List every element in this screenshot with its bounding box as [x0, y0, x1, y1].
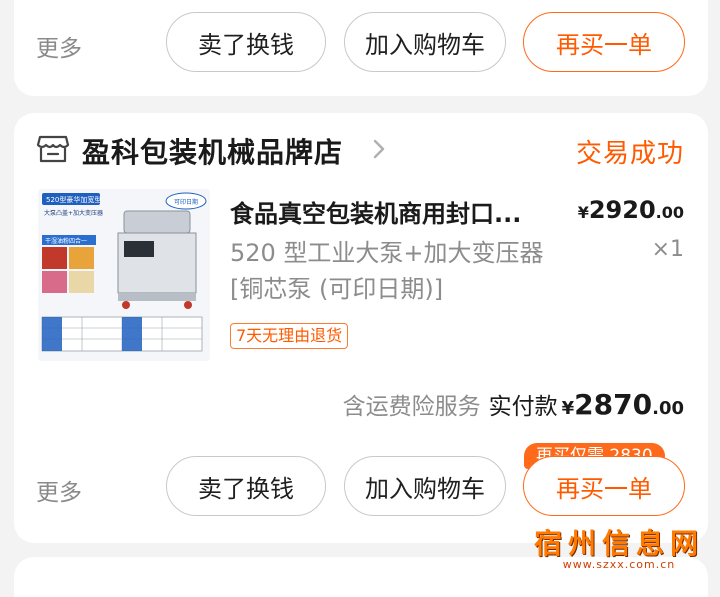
image-badge-text: 520型豪华加宽型 [46, 195, 101, 204]
previous-order-card: 更多 卖了换钱 加入购物车 再买一单 [14, 0, 708, 96]
order-status: 交易成功 [575, 139, 684, 169]
unit-price: ¥2920.00 [578, 196, 684, 224]
sell-button[interactable]: 卖了换钱 [166, 456, 326, 516]
image-subtitle-text: 大泵凸盖+加大变压器 [44, 209, 103, 217]
product-image[interactable]: 520型豪华加宽型 大泵凸盖+加大变压器 可印日期 干湿油粉四合一 [38, 189, 210, 361]
watermark: 宿州信息网 www.szxx.com.cn [534, 522, 704, 571]
unit-price-currency: ¥ [577, 203, 589, 222]
shipping-insurance-label: 含运费险服务 [342, 394, 481, 420]
order-actions: 更多 卖了换钱 加入购物车 再买一单 [14, 456, 708, 520]
image-stamp-text: 可印日期 [174, 198, 198, 206]
paid-decimal: .00 [652, 398, 684, 419]
paid-currency: ¥ [561, 398, 575, 419]
sell-button[interactable]: 卖了换钱 [166, 12, 326, 72]
product-image-graphic: 520型豪华加宽型 大泵凸盖+加大变压器 可印日期 干湿油粉四合一 [38, 189, 210, 361]
order-card: 盈科包装机械品牌店 交易成功 520型豪华加宽型 大泵凸盖+加大变压器 可印日期… [14, 113, 708, 543]
product-spec: 520 型工业大泵+加大变压器[铜芯泵 (可印日期)] [230, 239, 544, 303]
previous-order-actions: 更多 卖了换钱 加入购物车 再买一单 [14, 12, 708, 76]
more-button[interactable]: 更多 [36, 29, 82, 63]
image-feature-text: 干湿油粉四合一 [45, 237, 87, 245]
quantity: ×1 [651, 237, 684, 262]
product-title[interactable]: 食品真空包装机商用封口... [230, 194, 560, 229]
paid-label: 实付款 [488, 394, 558, 420]
rebuy-button[interactable]: 再买一单 [523, 456, 685, 516]
add-to-cart-button[interactable]: 加入购物车 [344, 456, 506, 516]
unit-price-decimal: .00 [655, 203, 684, 222]
chevron-right-icon[interactable] [370, 135, 388, 163]
more-button[interactable]: 更多 [36, 473, 82, 507]
payment-summary: 含运费险服务 实付款 ¥2870.00 [343, 387, 684, 421]
watermark-text: 宿州信息网 [533, 527, 704, 560]
shop-header[interactable]: 盈科包装机械品牌店 交易成功 [14, 127, 708, 171]
rebuy-button[interactable]: 再买一单 [523, 12, 685, 72]
shop-name[interactable]: 盈科包装机械品牌店 [82, 131, 343, 171]
shop-icon [36, 135, 70, 163]
unit-price-integer: 2920 [588, 196, 656, 224]
add-to-cart-button[interactable]: 加入购物车 [344, 12, 506, 72]
paid-integer: 2870 [574, 388, 653, 421]
return-policy-tag: 7天无理由退货 [230, 323, 349, 349]
